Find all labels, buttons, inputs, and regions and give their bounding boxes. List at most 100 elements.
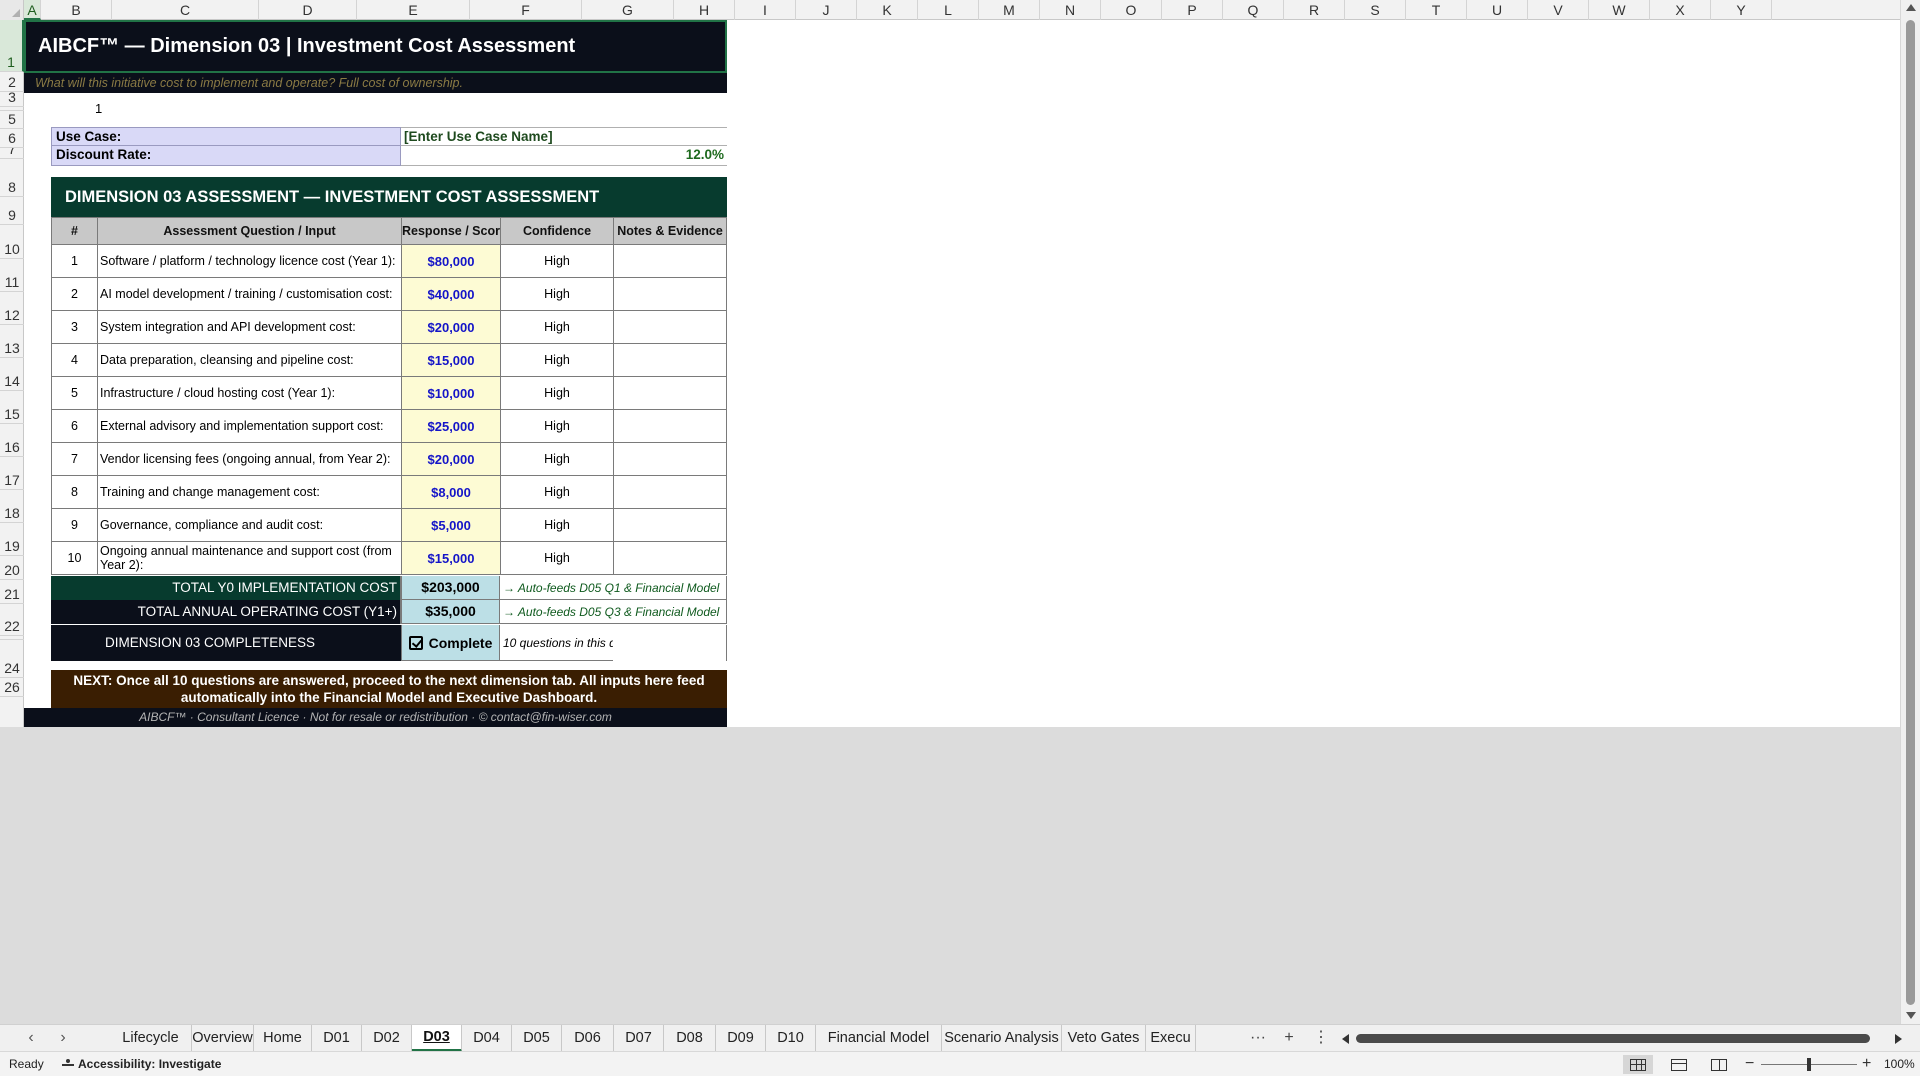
sheet-tab[interactable]: Veto Gates bbox=[1062, 1025, 1146, 1052]
row-header[interactable]: 20 bbox=[0, 556, 24, 580]
accessibility-status[interactable]: Accessibility: Investigate bbox=[62, 1052, 221, 1076]
notes-input[interactable] bbox=[613, 410, 727, 443]
zoom-slider[interactable]: − + bbox=[1745, 1052, 1871, 1076]
column-header[interactable]: L bbox=[918, 0, 979, 20]
sheet-options-button[interactable]: ⋮ bbox=[1308, 1025, 1334, 1052]
sheet-tab[interactable]: D01 bbox=[312, 1025, 362, 1052]
column-header[interactable]: H bbox=[674, 0, 735, 20]
column-header[interactable]: I bbox=[735, 0, 796, 20]
select-all-corner[interactable] bbox=[0, 0, 24, 20]
column-header[interactable]: C bbox=[112, 0, 259, 20]
sheet-tab[interactable]: Lifecycle bbox=[110, 1025, 192, 1052]
row-header[interactable]: 22 bbox=[0, 604, 24, 636]
confidence-input[interactable]: High bbox=[500, 344, 614, 377]
column-header[interactable]: B bbox=[41, 0, 112, 20]
zoom-out-button[interactable]: − bbox=[1745, 1052, 1754, 1076]
confidence-input[interactable]: High bbox=[500, 443, 614, 476]
notes-input[interactable] bbox=[613, 509, 727, 542]
sheet-tab[interactable]: Execu bbox=[1146, 1025, 1196, 1052]
column-header[interactable]: G bbox=[582, 0, 674, 20]
scroll-right-icon[interactable] bbox=[1895, 1034, 1902, 1044]
column-header[interactable]: O bbox=[1101, 0, 1162, 20]
row-header[interactable]: 2 bbox=[0, 72, 24, 92]
row-header[interactable]: 3 bbox=[0, 92, 24, 107]
row-header[interactable]: 15 bbox=[0, 391, 24, 424]
zoom-knob[interactable] bbox=[1807, 1058, 1811, 1071]
row-header[interactable]: 13 bbox=[0, 325, 24, 358]
response-input[interactable]: $15,000 bbox=[401, 542, 501, 575]
confidence-input[interactable]: High bbox=[500, 509, 614, 542]
vertical-scrollbar[interactable] bbox=[1900, 0, 1920, 1024]
scroll-down-icon[interactable] bbox=[1906, 1012, 1916, 1019]
completeness-blank[interactable] bbox=[613, 625, 727, 661]
row-header[interactable]: 10 bbox=[0, 225, 24, 259]
page-layout-button[interactable] bbox=[1664, 1055, 1694, 1074]
horizontal-scroll-thumb[interactable] bbox=[1356, 1034, 1870, 1043]
sheet-tab[interactable]: Home bbox=[254, 1025, 312, 1052]
column-header[interactable]: N bbox=[1040, 0, 1101, 20]
row-header[interactable]: 8 bbox=[0, 159, 24, 197]
sheet-subtitle[interactable]: What will this initiative cost to implem… bbox=[24, 73, 727, 93]
sheet-tab[interactable]: D04 bbox=[462, 1025, 512, 1052]
column-header[interactable]: F bbox=[470, 0, 582, 20]
row-header[interactable]: 17 bbox=[0, 457, 24, 490]
sheet-tab[interactable]: Scenario Analysis bbox=[942, 1025, 1062, 1052]
row-header[interactable]: 14 bbox=[0, 358, 24, 391]
sheet-tab[interactable]: Overview bbox=[192, 1025, 254, 1052]
column-header[interactable]: M bbox=[979, 0, 1040, 20]
row-header[interactable]: 18 bbox=[0, 490, 24, 523]
column-header[interactable]: S bbox=[1345, 0, 1406, 20]
notes-input[interactable] bbox=[613, 311, 727, 344]
row-header[interactable]: 11 bbox=[0, 259, 24, 292]
sheet-tab[interactable]: Financial Model bbox=[816, 1025, 942, 1052]
total-annual-value[interactable]: $35,000 bbox=[401, 600, 500, 624]
sheet-tab[interactable]: D05 bbox=[512, 1025, 562, 1052]
column-header[interactable]: R bbox=[1284, 0, 1345, 20]
cell-c3[interactable]: 1 bbox=[95, 99, 125, 119]
column-header[interactable]: P bbox=[1162, 0, 1223, 20]
use-case-input[interactable]: [Enter Use Case Name] bbox=[401, 127, 727, 146]
row-header[interactable]: 19 bbox=[0, 523, 24, 556]
scroll-up-icon[interactable] bbox=[1906, 4, 1916, 11]
vertical-scroll-thumb[interactable] bbox=[1906, 20, 1915, 1005]
notes-input[interactable] bbox=[613, 344, 727, 377]
column-header[interactable]: U bbox=[1467, 0, 1528, 20]
column-header[interactable]: X bbox=[1650, 0, 1711, 20]
row-header[interactable]: 16 bbox=[0, 424, 24, 457]
response-input[interactable]: $20,000 bbox=[401, 311, 501, 344]
scroll-left-icon[interactable] bbox=[1342, 1034, 1349, 1044]
worksheet-grid[interactable]: AIBCF™ — Dimension 03 | Investment Cost … bbox=[24, 20, 1900, 727]
response-input[interactable]: $40,000 bbox=[401, 278, 501, 311]
sheet-title[interactable]: AIBCF™ — Dimension 03 | Investment Cost … bbox=[24, 20, 727, 73]
row-header[interactable]: 26 bbox=[0, 678, 24, 697]
column-header[interactable]: A bbox=[24, 0, 41, 20]
notes-input[interactable] bbox=[613, 443, 727, 476]
sheet-tab[interactable]: D07 bbox=[614, 1025, 664, 1052]
column-header[interactable]: V bbox=[1528, 0, 1589, 20]
row-header[interactable]: 6 bbox=[0, 129, 24, 148]
column-header[interactable]: Y bbox=[1711, 0, 1772, 20]
notes-input[interactable] bbox=[613, 278, 727, 311]
column-header[interactable]: D bbox=[259, 0, 357, 20]
response-input[interactable]: $20,000 bbox=[401, 443, 501, 476]
normal-view-button[interactable] bbox=[1623, 1055, 1653, 1074]
row-header[interactable]: 5 bbox=[0, 111, 24, 129]
sheet-tab[interactable]: D06 bbox=[562, 1025, 614, 1052]
response-input[interactable]: $8,000 bbox=[401, 476, 501, 509]
row-header[interactable]: 24 bbox=[0, 640, 24, 678]
response-input[interactable]: $80,000 bbox=[401, 245, 501, 278]
horizontal-scrollbar[interactable] bbox=[1342, 1031, 1902, 1045]
sheet-tab[interactable]: D10 bbox=[766, 1025, 816, 1052]
total-y0-value[interactable]: $203,000 bbox=[401, 576, 500, 600]
notes-input[interactable] bbox=[613, 245, 727, 278]
sheet-tab[interactable]: D02 bbox=[362, 1025, 412, 1052]
response-input[interactable]: $15,000 bbox=[401, 344, 501, 377]
confidence-input[interactable]: High bbox=[500, 377, 614, 410]
column-header[interactable]: Q bbox=[1223, 0, 1284, 20]
column-header[interactable]: J bbox=[796, 0, 857, 20]
completeness-status[interactable]: Complete bbox=[401, 625, 500, 661]
more-sheets-button[interactable]: ··· bbox=[1245, 1025, 1271, 1052]
confidence-input[interactable]: High bbox=[500, 245, 614, 278]
column-header[interactable]: W bbox=[1589, 0, 1650, 20]
row-header[interactable]: 1 bbox=[0, 20, 24, 72]
